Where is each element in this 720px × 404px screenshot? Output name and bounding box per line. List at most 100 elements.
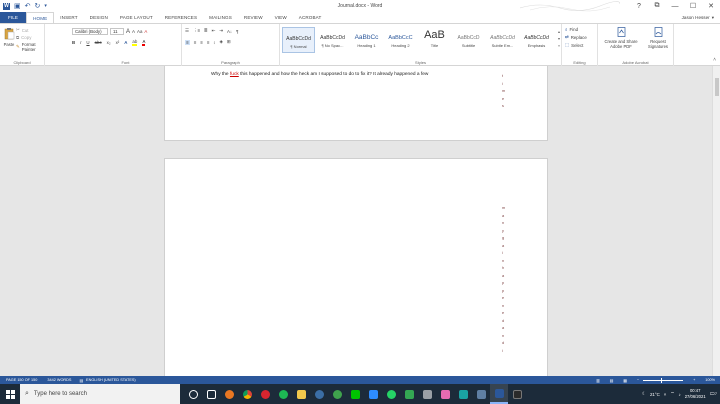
close-icon[interactable]: ✕ [702,0,720,12]
app-music-icon[interactable] [310,384,328,404]
tray-overflow-icon[interactable]: ˄ [664,392,667,397]
clock[interactable]: 00:47 27/06/2021 [685,388,706,400]
line-spacing-icon[interactable]: ↕ [213,40,215,45]
undo-icon[interactable]: ↶ [25,3,31,10]
scrollbar-thumb[interactable] [715,78,719,96]
redo-icon[interactable]: ↻ [35,3,41,10]
network-icon[interactable]: ⌔ [670,391,674,397]
app-pink-icon[interactable] [436,384,454,404]
user-account[interactable]: Jason Hesser ▾ [682,12,720,23]
sort-button[interactable]: A↓ [227,29,232,34]
proofing-icon[interactable]: ▤ [71,378,83,383]
clear-formatting-button[interactable]: A [144,29,147,34]
spotify-icon[interactable] [274,384,292,404]
chrome-icon[interactable] [238,384,256,404]
style-subtitle[interactable]: AaBbCcD Subtitle [452,27,485,53]
request-signatures-button[interactable]: Request Signatures [644,27,672,49]
style-normal[interactable]: AaBbCcDd ¶ Normal [282,27,315,53]
tab-home[interactable]: HOME [26,12,55,23]
subscript-button[interactable]: x₂ [107,40,111,45]
tab-page-layout[interactable]: PAGE LAYOUT [114,12,159,23]
ribbon-display-icon[interactable]: ⧉ [648,0,666,12]
style-title[interactable]: AaB Title [418,27,451,53]
shrink-font-button[interactable]: A [132,29,135,34]
cut-button[interactable]: ✂ Cut [16,27,29,33]
line-app-icon[interactable] [346,384,364,404]
opera-icon[interactable] [256,384,274,404]
tab-references[interactable]: REFERENCES [159,12,203,23]
tab-design[interactable]: DESIGN [84,12,114,23]
align-left-icon[interactable]: ≡ [185,39,190,45]
show-marks-button[interactable]: ¶ [236,29,238,34]
style-no-spacing[interactable]: AaBbCcDd ¶ No Spac... [316,27,349,53]
styles-scroll-icon[interactable]: ▴ ▾ ▿ [558,28,560,49]
misspelled-word[interactable]: fuck [230,72,239,77]
page-current[interactable]: manygainhappenedandi [164,158,548,376]
font-size-combo[interactable]: 11 [110,28,124,35]
select-button[interactable]: ⬚ Select [565,42,583,48]
bold-button[interactable]: B [72,40,75,45]
style-heading-2[interactable]: AaBbCcC Heading 2 [384,27,417,53]
maximize-icon[interactable]: ☐ [684,0,702,12]
highlight-button[interactable]: ab [132,39,138,46]
text-effects-button[interactable]: A [124,40,127,45]
volume-icon[interactable]: ♪ [679,392,681,397]
create-share-pdf-button[interactable]: Create and Share Adobe PDF [600,27,642,49]
paste-button[interactable]: Paste [3,27,15,47]
align-center-icon[interactable]: ≡ [194,40,197,45]
page-previous[interactable]: Why the fuck this happened and how the h… [164,66,548,141]
start-button[interactable] [0,384,20,404]
whatsapp-icon[interactable] [382,384,400,404]
justify-icon[interactable]: ≡ [207,40,210,45]
web-layout-icon[interactable]: ▦ [617,378,627,383]
numbering-icon[interactable]: ⋮≡ [193,28,200,34]
vertical-text-column[interactable]: manygainhappenedandi [502,206,505,353]
zoom-level[interactable]: 100% [699,378,715,382]
tab-review[interactable]: REVIEW [238,12,269,23]
style-heading-1[interactable]: AaBbCc Heading 1 [350,27,383,53]
italic-button[interactable]: I [80,40,81,45]
app-dark-icon[interactable] [508,384,526,404]
vertical-text-column[interactable]: times [502,74,505,109]
weather-icon[interactable]: ☾ [642,391,646,397]
minimize-icon[interactable]: — [666,0,684,12]
taskbar-search[interactable]: ⌕ Type here to search [20,384,180,404]
bullets-icon[interactable]: ☰ [185,28,189,34]
align-right-icon[interactable]: ≡ [200,40,203,45]
zoom-out-icon[interactable]: − [631,378,639,382]
customize-qat-icon[interactable]: ▾ [44,3,47,10]
underline-button[interactable]: U [86,40,89,45]
app-game-icon[interactable] [220,384,238,404]
superscript-button[interactable]: x² [116,40,120,45]
borders-icon[interactable]: ⊞ [227,39,231,45]
app-upload-icon[interactable] [472,384,490,404]
weather-temp[interactable]: 21°C [650,392,660,397]
format-painter-button[interactable]: ✎ Format Painter [16,42,44,52]
read-mode-icon[interactable]: ▥ [590,378,600,383]
decrease-indent-icon[interactable]: ⇤ [212,28,216,34]
print-layout-icon[interactable]: ▤ [604,378,614,383]
style-emphasis[interactable]: AaBbCcDd Emphasis [520,27,553,53]
tab-file[interactable]: FILE [0,12,27,23]
tab-view[interactable]: VIEW [269,12,293,23]
app-green-icon[interactable] [328,384,346,404]
style-subtle-emphasis[interactable]: AaBbCcDd Subtle Em... [486,27,519,53]
increase-indent-icon[interactable]: ⇥ [219,28,223,34]
font-name-combo[interactable]: Calibri (Body) [72,28,108,35]
multilevel-list-icon[interactable]: ≣ [204,28,208,34]
file-explorer-icon[interactable] [292,384,310,404]
replace-button[interactable]: ⇄ Replace [565,34,587,40]
app-teal-icon[interactable] [454,384,472,404]
app-map-icon[interactable] [400,384,418,404]
document-area[interactable]: Why the fuck this happened and how the h… [0,66,720,376]
save-icon[interactable]: ▣ [14,3,21,10]
language[interactable]: ENGLISH (UNITED STATES) [83,378,136,382]
tab-mailings[interactable]: MAILINGS [203,12,238,23]
font-color-button[interactable]: A [142,39,146,46]
word-count[interactable]: 3442 WORDS [37,378,71,382]
app-blue-icon[interactable] [364,384,382,404]
tab-insert[interactable]: INSERT [54,12,83,23]
zoom-in-icon[interactable]: + [687,378,695,382]
shading-icon[interactable]: ◈ [219,39,222,45]
app-grey-icon[interactable] [418,384,436,404]
